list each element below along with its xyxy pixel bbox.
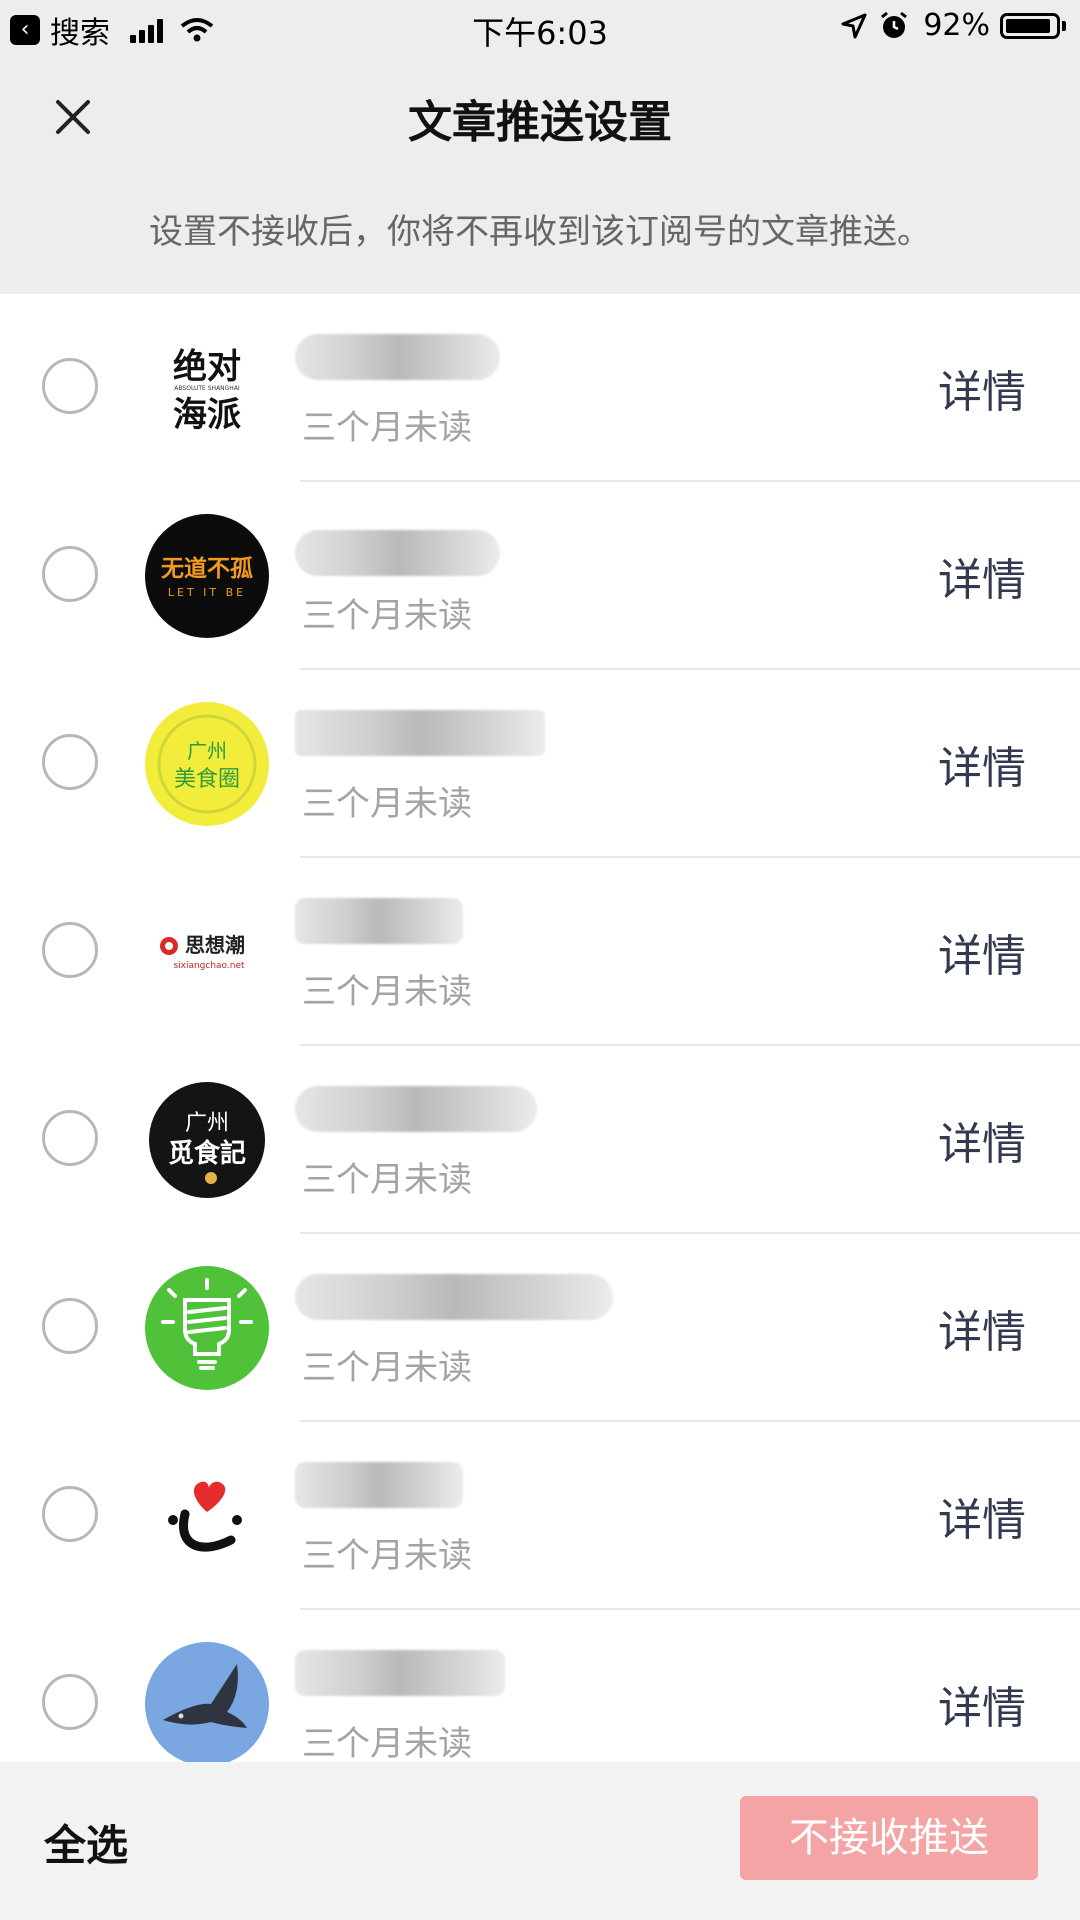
falcon-avatar-icon <box>145 1642 269 1766</box>
battery-icon <box>1000 12 1060 39</box>
battery-tip <box>1062 20 1066 31</box>
settings-notice: 设置不接收后，你将不再收到该订阅号的文章推送。 <box>149 212 931 252</box>
account-avatar: 广州 觅食記 <box>145 1078 269 1202</box>
detail-link[interactable]: 详情 <box>938 356 1026 420</box>
account-avatar: 绝对 ABSOLUTE SHANGHAI 海派 <box>145 326 269 450</box>
svg-text:绝对: 绝对 <box>173 347 241 387</box>
account-row[interactable]: 三个月未读 详情 <box>0 1422 1080 1610</box>
unread-status: 三个月未读 <box>302 408 472 448</box>
svg-text:广州: 广州 <box>187 739 227 763</box>
svg-text:广州: 广州 <box>185 1111 229 1136</box>
account-row[interactable]: 三个月未读 详情 <box>0 1234 1080 1422</box>
select-radio[interactable] <box>42 1298 98 1354</box>
account-name-redacted <box>295 898 463 944</box>
account-name-redacted <box>295 334 500 380</box>
account-name-redacted <box>295 710 545 756</box>
svg-text:思想潮: 思想潮 <box>185 933 245 957</box>
bottom-action-bar: 全选 不接收推送 <box>0 1762 1080 1920</box>
svg-text:ABSOLUTE SHANGHAI: ABSOLUTE SHANGHAI <box>174 385 240 392</box>
unread-status: 三个月未读 <box>302 1724 472 1764</box>
account-list: 绝对 ABSOLUTE SHANGHAI 海派 三个月未读 详情 无道不孤 LE… <box>0 294 1080 1798</box>
detail-link[interactable]: 详情 <box>938 1108 1026 1172</box>
status-bar: ‹ 搜索 下午6:03 92% <box>0 0 1080 54</box>
svg-text:LET IT BE: LET IT BE <box>168 586 246 599</box>
account-name-redacted <box>295 530 500 576</box>
account-avatar: 广州 美食圈 <box>145 702 269 826</box>
select-radio[interactable] <box>42 358 98 414</box>
select-radio[interactable] <box>42 922 98 978</box>
select-all-button[interactable]: 全选 <box>44 1812 128 1873</box>
svg-text:美食圈: 美食圈 <box>174 767 240 792</box>
unread-status: 三个月未读 <box>302 596 472 636</box>
unread-status: 三个月未读 <box>302 1160 472 1200</box>
svg-text:sixiangchao.net: sixiangchao.net <box>173 961 245 971</box>
account-row[interactable]: 思想潮 sixiangchao.net 三个月未读 详情 <box>0 858 1080 1046</box>
page-header: 文章推送设置 设置不接收后，你将不再收到该订阅号的文章推送。 <box>0 54 1080 294</box>
unread-status: 三个月未读 <box>302 1536 472 1576</box>
account-name-redacted <box>295 1650 505 1696</box>
detail-link[interactable]: 详情 <box>938 1672 1026 1736</box>
unread-status: 三个月未读 <box>302 972 472 1012</box>
select-radio[interactable] <box>42 1110 98 1166</box>
account-name-redacted <box>295 1086 537 1132</box>
battery-percentage: 92% <box>923 8 990 43</box>
detail-link[interactable]: 详情 <box>938 920 1026 984</box>
account-avatar: 思想潮 sixiangchao.net <box>145 890 269 1014</box>
account-name-redacted <box>295 1274 613 1320</box>
svg-text:无道不孤: 无道不孤 <box>161 555 253 582</box>
select-radio[interactable] <box>42 546 98 602</box>
account-avatar: 无道不孤 LET IT BE <box>145 514 269 638</box>
detail-link[interactable]: 详情 <box>938 1296 1026 1360</box>
detail-link[interactable]: 详情 <box>938 544 1026 608</box>
svg-text:觅食記: 觅食記 <box>168 1138 246 1169</box>
account-name-redacted <box>295 1462 463 1508</box>
detail-link[interactable]: 详情 <box>938 732 1026 796</box>
unread-status: 三个月未读 <box>302 1348 472 1388</box>
page-title: 文章推送设置 <box>408 97 672 148</box>
svg-text:海派: 海派 <box>173 395 241 435</box>
location-arrow-icon <box>841 13 867 38</box>
stop-push-button[interactable]: 不接收推送 <box>740 1796 1038 1880</box>
unread-status: 三个月未读 <box>302 784 472 824</box>
account-avatar <box>145 1454 269 1578</box>
account-row[interactable]: 绝对 ABSOLUTE SHANGHAI 海派 三个月未读 详情 <box>0 294 1080 482</box>
detail-link[interactable]: 详情 <box>938 1484 1026 1548</box>
select-radio[interactable] <box>42 734 98 790</box>
account-row[interactable]: 无道不孤 LET IT BE 三个月未读 详情 <box>0 482 1080 670</box>
lightbulb-avatar-icon <box>145 1266 269 1390</box>
select-radio[interactable] <box>42 1486 98 1542</box>
alarm-clock-icon <box>881 11 908 38</box>
account-row[interactable]: 广州 美食圈 三个月未读 详情 <box>0 670 1080 858</box>
account-row[interactable]: 广州 觅食記 三个月未读 详情 <box>0 1046 1080 1234</box>
select-radio[interactable] <box>42 1674 98 1730</box>
